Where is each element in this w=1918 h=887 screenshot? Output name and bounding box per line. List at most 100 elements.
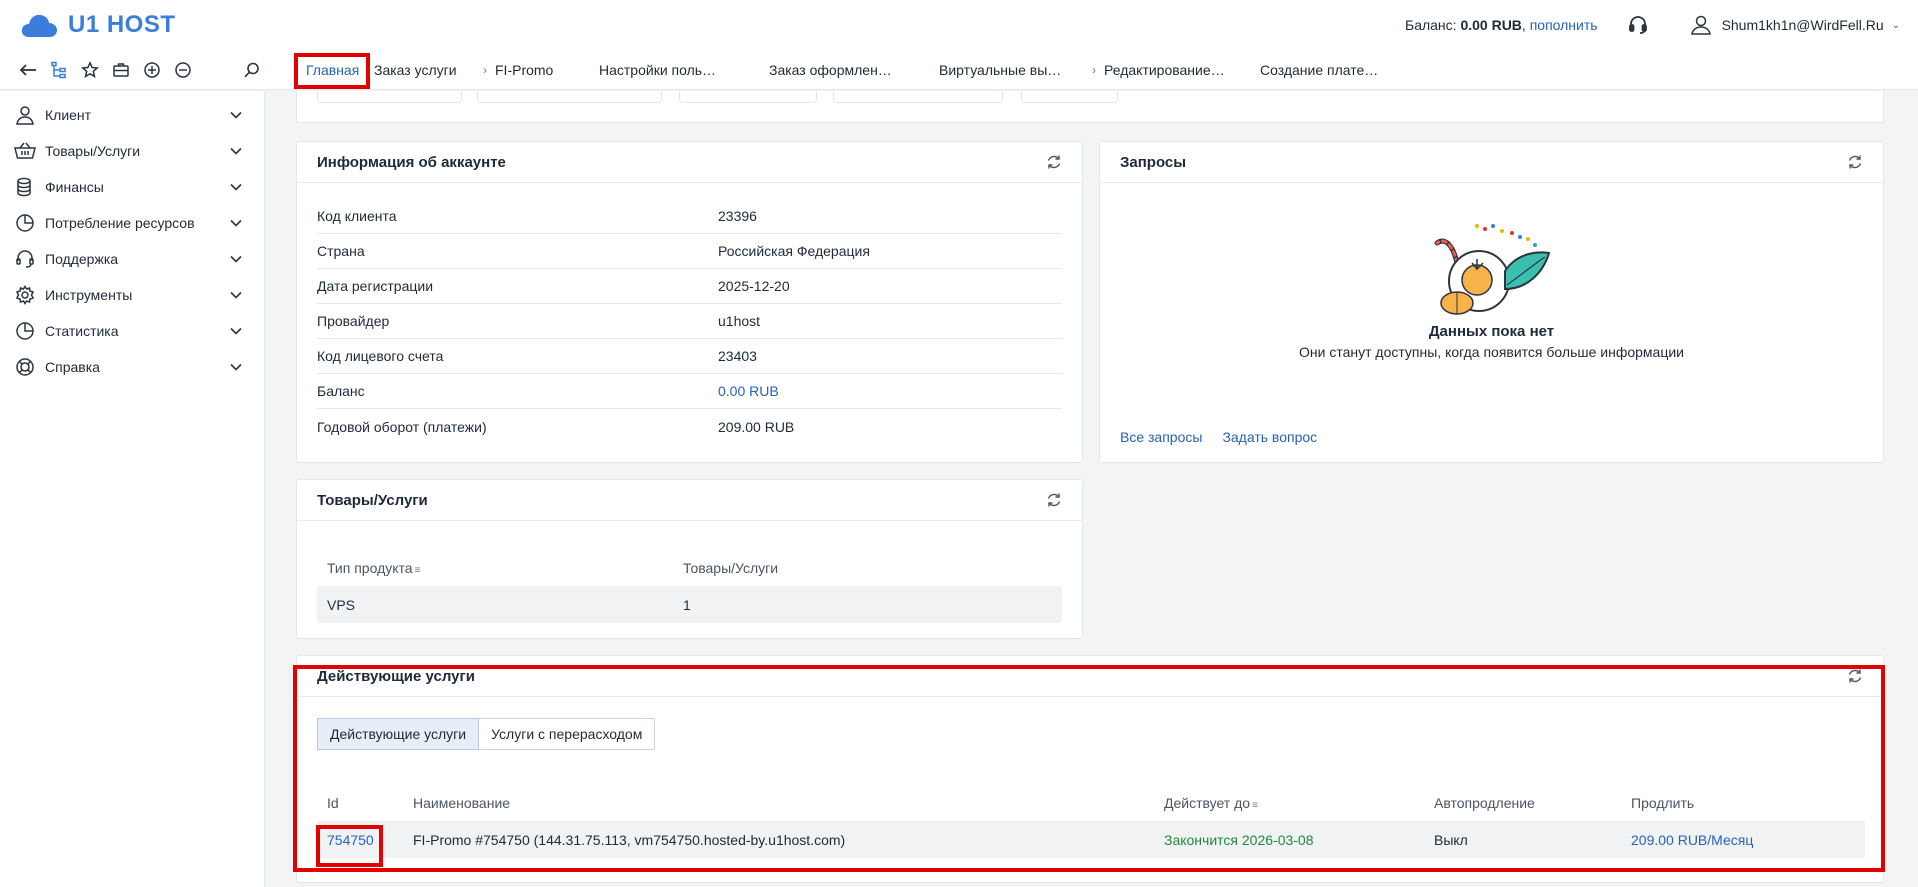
sidebar-item-products[interactable]: Товары/Услуги [0, 133, 264, 169]
info-row: Годовой оборот (платежи) 209.00 RUB [317, 409, 1062, 444]
briefcase-icon[interactable] [105, 50, 136, 90]
column-header-name: Наименование [413, 794, 511, 811]
table-header: Id Наименование Действует до ≡ Автопродле… [317, 784, 1865, 821]
column-header-renew: Продлить [1631, 794, 1695, 811]
sidebar: Клиент Товары/Услуги Финансы Потребление… [0, 91, 265, 887]
product-type-cell: VPS [327, 596, 356, 613]
lifebuoy-icon [14, 356, 36, 378]
info-value: Российская Федерация [718, 243, 870, 259]
tab-label: Настройки поль… [599, 62, 717, 78]
back-arrow-icon[interactable] [12, 50, 43, 90]
strip-chip [477, 91, 662, 103]
product-count-cell: 1 [683, 596, 691, 613]
tab-label: FI-Promo [495, 62, 554, 78]
table-row[interactable]: VPS 1 [317, 586, 1062, 623]
sidebar-item-finance[interactable]: Финансы [0, 169, 264, 205]
tree-structure-icon[interactable] [43, 50, 74, 90]
info-value: 209.00 RUB [718, 418, 795, 435]
info-value: 23403 [718, 348, 757, 364]
info-row: Баланс 0.00 RUB [317, 374, 1062, 409]
sidebar-item-support[interactable]: Поддержка [0, 241, 264, 277]
tab-editing[interactable]: › Редактирование… [1080, 50, 1256, 90]
chevron-right-icon: › [483, 63, 487, 77]
tab-virtual[interactable]: Виртуальные вы… [927, 50, 1080, 90]
products-table: Тип продукта ≡ Товары/Услуги VPS 1 [317, 549, 1062, 623]
chevron-down-icon [230, 327, 242, 335]
tab-order-service[interactable]: Заказ услуги [366, 50, 469, 90]
tab-label: Редактирование… [1104, 62, 1225, 78]
sidebar-item-client[interactable]: Клиент [0, 97, 264, 133]
sidebar-item-statistics[interactable]: Статистика [0, 313, 264, 349]
column-header-id: Id [327, 794, 339, 811]
column-label: Тип продукта [327, 559, 413, 576]
chevron-down-icon [230, 363, 242, 371]
sidebar-item-resources[interactable]: Потребление ресурсов [0, 205, 264, 241]
user-menu[interactable]: Shum1kh1n@WirdFell.Ru ⌄ [1690, 15, 1900, 35]
info-row: Код клиента 23396 [317, 199, 1062, 234]
empty-title: Данных пока нет [1428, 323, 1555, 340]
tab-order-placed[interactable]: Заказ оформлен… [757, 50, 927, 90]
sidebar-item-tools[interactable]: Инструменты [0, 277, 264, 313]
info-label: Баланс [317, 383, 365, 399]
empty-illustration [1100, 223, 1883, 323]
service-expiry-cell: Закончится 2026-03-08 [1164, 831, 1314, 848]
refresh-icon[interactable] [1847, 668, 1863, 684]
toolbar-icons [12, 50, 267, 90]
tab-label: Главная [306, 62, 360, 78]
column-label: Действует до [1164, 794, 1251, 811]
tab-label: Заказ оформлен… [769, 62, 892, 78]
tab-label: Создание плате… [1260, 62, 1379, 78]
user-avatar-icon [1690, 15, 1712, 35]
cloud-logo-icon [20, 12, 58, 38]
chevron-down-icon [230, 255, 242, 263]
panel-title: Информация об аккаунте [317, 153, 506, 171]
balance-info: Баланс: 0.00 RUB, пополнить [1405, 17, 1598, 33]
refresh-icon[interactable] [1046, 154, 1062, 170]
column-header-until[interactable]: Действует до ≡ [1164, 795, 1434, 811]
table-row[interactable]: 754750 FI-Promo #754750 (144.31.75.113, … [317, 821, 1865, 858]
logo-text: U1 HOST [68, 11, 176, 38]
panel-header: Товары/Услуги [297, 480, 1082, 521]
info-label: Дата регистрации [317, 278, 434, 294]
topup-link[interactable]: пополнить [1530, 17, 1598, 33]
chevron-down-icon: ⌄ [1891, 19, 1900, 31]
active-services-panel: Действующие услуги Действующие услуги Ус… [296, 655, 1884, 883]
search-icon[interactable] [236, 50, 267, 90]
service-autorenew-cell: Выкл [1434, 831, 1468, 848]
refresh-icon[interactable] [1847, 154, 1863, 170]
tab-user-settings[interactable]: Настройки поль… [587, 50, 757, 90]
tab-overspent-services[interactable]: Услуги с перерасходом [479, 718, 656, 750]
column-header-type[interactable]: Тип продукта ≡ [327, 560, 683, 576]
column-header-autorenew: Автопродление [1434, 794, 1535, 811]
account-info-panel: Информация об аккаунте Код клиента 23396 … [296, 141, 1083, 463]
tab-fi-promo[interactable]: › FI-Promo [469, 50, 587, 90]
column-header-count: Товары/Услуги [683, 559, 779, 576]
info-label: Страна [317, 243, 365, 259]
tab-label: Виртуальные вы… [939, 62, 1062, 78]
all-requests-link[interactable]: Все запросы [1120, 429, 1202, 445]
info-label: Код клиента [317, 208, 397, 224]
chevron-down-icon [230, 219, 242, 227]
refresh-icon[interactable] [1046, 492, 1062, 508]
tab-active-services[interactable]: Действующие услуги [317, 718, 480, 750]
sort-icon[interactable]: ≡ [415, 565, 421, 576]
star-icon[interactable] [74, 50, 105, 90]
headset-icon[interactable] [1628, 15, 1648, 35]
balance-value: 0.00 RUB [1460, 17, 1522, 33]
account-info-table: Код клиента 23396 Страна Российская Федера… [317, 199, 1062, 444]
tab-create-payment[interactable]: Создание плате… [1256, 50, 1406, 90]
tab-label: Заказ услуги [374, 62, 457, 78]
renew-price-link[interactable]: 209.00 RUB/Месяц [1631, 832, 1865, 848]
chevron-right-icon: › [1092, 63, 1096, 77]
sort-icon[interactable]: ≡ [1252, 800, 1258, 811]
tab-home[interactable]: Главная [294, 50, 366, 90]
balance-link[interactable]: 0.00 RUB [718, 383, 779, 399]
logo[interactable]: U1 HOST [20, 11, 176, 39]
zoom-in-icon[interactable] [136, 50, 167, 90]
info-row: Дата регистрации 2025-12-20 [317, 269, 1062, 304]
service-id-link[interactable]: 754750 [317, 832, 413, 848]
ask-question-link[interactable]: Задать вопрос [1222, 429, 1317, 445]
pie-chart-icon [14, 212, 36, 234]
sidebar-item-help[interactable]: Справка [0, 349, 264, 385]
zoom-out-icon[interactable] [167, 50, 198, 90]
